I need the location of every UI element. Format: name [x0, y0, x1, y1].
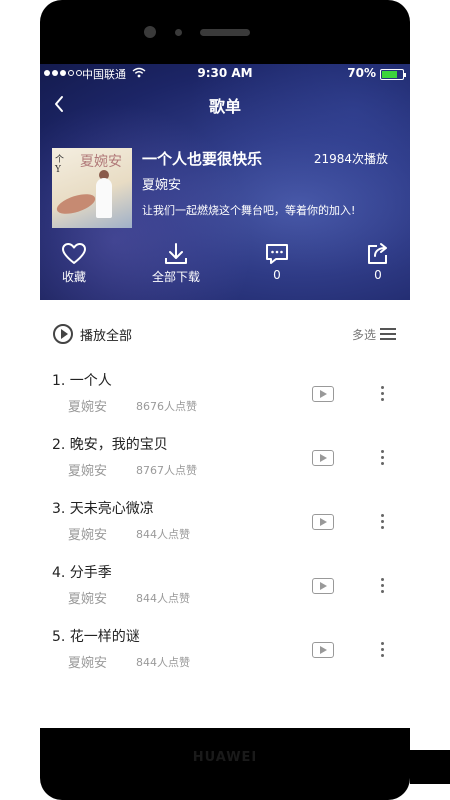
cover-figure: [96, 178, 112, 218]
song-row[interactable]: 3. 天未亮心微凉 夏婉安 844人点赞: [40, 498, 410, 554]
cover-artist-lettering: 夏婉安: [80, 154, 122, 170]
mv-play-icon[interactable]: [312, 642, 334, 658]
playlist-artist[interactable]: 夏婉安: [142, 174, 181, 193]
action-bar: 收藏 全部下载 0 0: [40, 242, 410, 290]
mv-play-icon[interactable]: [312, 386, 334, 402]
battery-percent: 70%: [347, 66, 376, 80]
song-artist: 夏婉安: [68, 464, 108, 479]
play-count: 21984次播放: [313, 152, 388, 166]
download-all-button[interactable]: 全部下载: [136, 242, 216, 285]
earpiece-speaker: [200, 29, 250, 36]
song-artist: 夏婉安: [68, 592, 108, 607]
song-row[interactable]: 4. 分手季 夏婉安 844人点赞: [40, 562, 410, 618]
more-options-icon[interactable]: [376, 640, 388, 660]
song-row[interactable]: 2. 晚安，我的宝贝 夏婉安 8767人点赞: [40, 434, 410, 490]
app-screen: 中国联通 9:30 AM 70% 歌单 个Y 夏婉安 一个人也要很快乐 2198…: [40, 64, 410, 728]
download-all-label: 全部下载: [151, 270, 200, 284]
song-artist: 夏婉安: [68, 528, 108, 543]
song-title: 1. 一个人: [52, 373, 112, 389]
camera-icon: [144, 26, 156, 38]
song-likes: 844人点赞: [136, 656, 190, 669]
song-title: 4. 分手季: [52, 565, 112, 581]
song-likes: 844人点赞: [136, 592, 190, 605]
download-icon: [165, 243, 187, 264]
device-brand-logo: HUAWEI: [192, 750, 258, 765]
multi-select-button[interactable]: 多选: [352, 326, 376, 343]
more-options-icon[interactable]: [376, 448, 388, 468]
more-options-icon[interactable]: [376, 576, 388, 596]
song-title: 5. 花一样的谜: [52, 629, 140, 645]
sensor-icon: [175, 29, 182, 36]
cover-glyph: 个Y: [55, 155, 65, 175]
mv-play-icon[interactable]: [312, 514, 334, 530]
mv-play-icon[interactable]: [312, 578, 334, 594]
song-likes: 844人点赞: [136, 528, 190, 541]
song-row[interactable]: 5. 花一样的谜 夏婉安 844人点赞: [40, 626, 410, 682]
more-options-icon[interactable]: [376, 384, 388, 404]
list-menu-icon[interactable]: [380, 328, 396, 340]
mv-play-icon[interactable]: [312, 450, 334, 466]
playlist-cover-image[interactable]: 个Y 夏婉安: [52, 148, 132, 228]
playlist-title: 一个人也要很快乐: [142, 150, 263, 168]
favorite-label: 收藏: [61, 270, 86, 284]
play-all-icon[interactable]: [53, 324, 73, 344]
cover-branch: [54, 190, 98, 218]
song-title: 2. 晚安，我的宝贝: [52, 437, 168, 453]
comment-icon: [266, 244, 288, 264]
play-all-button[interactable]: 播放全部: [80, 325, 132, 344]
song-likes: 8767人点赞: [136, 464, 197, 477]
song-artist: 夏婉安: [68, 400, 108, 415]
share-count: 0: [374, 268, 382, 282]
page-title: 歌单: [208, 97, 241, 116]
play-all-bar: 播放全部 多选: [40, 316, 410, 352]
favorite-button[interactable]: 收藏: [40, 242, 114, 285]
playlist-description: 让我们一起燃烧这个舞台吧，等着你的加入!: [142, 204, 356, 217]
phone-side-edge: [410, 750, 450, 784]
playlist-header: 中国联通 9:30 AM 70% 歌单 个Y 夏婉安 一个人也要很快乐 2198…: [40, 64, 410, 300]
song-artist: 夏婉安: [68, 656, 108, 671]
nav-bar: 歌单: [40, 86, 410, 122]
song-row[interactable]: 1. 一个人 夏婉安 8676人点赞: [40, 370, 410, 426]
song-likes: 8676人点赞: [136, 400, 197, 413]
heart-icon: [62, 243, 86, 264]
battery-icon: [380, 69, 406, 80]
status-bar: 中国联通 9:30 AM 70%: [40, 64, 410, 84]
share-icon: [368, 243, 387, 264]
comments-count: 0: [273, 268, 281, 282]
more-options-icon[interactable]: [376, 512, 388, 532]
song-title: 3. 天未亮心微凉: [52, 501, 154, 517]
share-button[interactable]: 0: [338, 242, 410, 282]
comments-button[interactable]: 0: [237, 242, 317, 282]
